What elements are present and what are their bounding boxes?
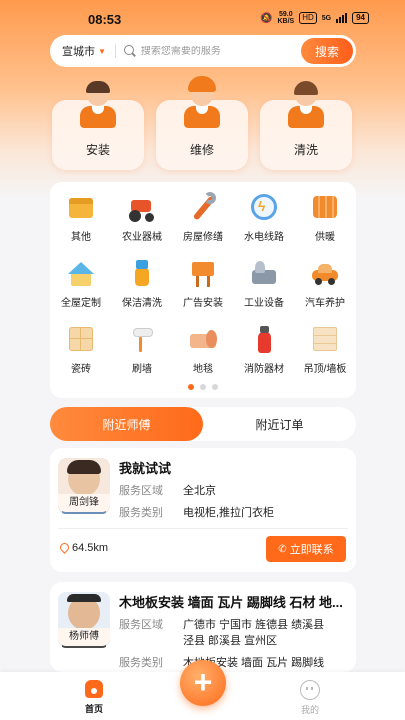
category-item-electric[interactable]: ϟ 水电线路 bbox=[233, 188, 295, 248]
machine-icon bbox=[249, 258, 279, 288]
page-dot-1[interactable] bbox=[188, 384, 194, 390]
divider bbox=[114, 44, 116, 58]
signal-icon bbox=[336, 13, 348, 23]
service-area-row: 服务区域 全北京 bbox=[119, 485, 216, 497]
category-item-paint-wall[interactable]: 刷墙 bbox=[111, 320, 173, 380]
category-item-fire[interactable]: 消防器材 bbox=[233, 320, 295, 380]
location-pin-icon bbox=[60, 543, 69, 554]
category-item-car-care[interactable]: 汽车养护 bbox=[294, 254, 356, 314]
status-icons: 🔕 59.0 KB/S HD 5G 94 bbox=[260, 11, 369, 25]
battery-icon: 94 bbox=[352, 12, 369, 24]
category-item-ad-install[interactable]: 广告安装 bbox=[172, 254, 234, 314]
city-selector[interactable]: 宣城市 ▼ bbox=[62, 43, 106, 59]
spray-bottle-icon bbox=[127, 258, 157, 288]
search-icon bbox=[123, 45, 136, 57]
category-item-other[interactable]: 其他 bbox=[50, 188, 112, 248]
mute-icon: 🔕 bbox=[260, 12, 273, 24]
billboard-icon bbox=[188, 258, 218, 288]
fire-extinguisher-icon bbox=[249, 324, 279, 354]
cleaning-worker-icon bbox=[282, 76, 330, 132]
master-name: 周剑锋 bbox=[58, 494, 110, 512]
status-bar: 08:53 🔕 59.0 KB/S HD 5G 94 bbox=[0, 0, 405, 34]
category-item-agri[interactable]: 农业器械 bbox=[111, 188, 173, 248]
distance: 64.5km bbox=[60, 542, 108, 554]
category-item-carpet[interactable]: 地毯 bbox=[172, 320, 234, 380]
phone-icon: ✆ bbox=[278, 543, 287, 555]
network-speed: 59.0 KB/S bbox=[277, 11, 295, 25]
chevron-down-icon: ▼ bbox=[98, 46, 106, 56]
ceiling-panel-icon bbox=[310, 324, 340, 354]
house-icon bbox=[66, 258, 96, 288]
nav-mine[interactable]: 我的 bbox=[290, 680, 330, 716]
publish-plus-button[interactable]: + bbox=[180, 660, 226, 706]
tab-nearby-orders[interactable]: 附近订单 bbox=[203, 407, 356, 441]
tile-icon bbox=[66, 324, 96, 354]
car-icon bbox=[310, 258, 340, 288]
category-item-ceiling[interactable]: 吊顶/墙板 bbox=[294, 320, 356, 380]
master-card[interactable]: 周剑锋 我就试试 服务区域 全北京 服务类别 电视柜,推拉门衣柜 64.5km ✆ … bbox=[50, 448, 356, 572]
page-indicator bbox=[50, 384, 356, 390]
service-card-install[interactable]: 安装 bbox=[52, 81, 144, 170]
contact-now-button[interactable]: ✆ 立即联系 bbox=[266, 536, 346, 562]
search-input[interactable] bbox=[140, 45, 291, 57]
service-label: 维修 bbox=[189, 143, 214, 157]
nav-home[interactable]: 首页 bbox=[74, 680, 114, 715]
search-button[interactable]: 搜索 bbox=[301, 38, 353, 64]
category-item-tile[interactable]: 瓷砖 bbox=[50, 320, 112, 380]
list-tabs: 附近师傅 附近订单 bbox=[50, 407, 356, 441]
service-area-row-continued: 泾县 郎溪县 宣州区 bbox=[183, 635, 278, 647]
search-bar: 宣城市 ▼ 搜索 bbox=[50, 35, 356, 67]
paint-roller-icon bbox=[127, 324, 157, 354]
city-name: 宣城市 bbox=[62, 46, 95, 58]
wrench-icon bbox=[188, 192, 218, 222]
category-item-house-repair[interactable]: 房屋修缮 bbox=[172, 188, 234, 248]
repair-worker-icon bbox=[178, 76, 226, 132]
master-title: 木地板安装 墙面 瓦片 踢脚线 石材 地... bbox=[119, 595, 343, 610]
home-icon bbox=[85, 680, 103, 698]
master-card[interactable]: 杨师傅 木地板安装 墙面 瓦片 踢脚线 石材 地... 服务区域 广德市 宁国市 … bbox=[50, 582, 356, 672]
master-title: 我就试试 bbox=[119, 461, 172, 476]
box-icon bbox=[66, 192, 96, 222]
hd-badge: HD bbox=[299, 12, 317, 24]
status-time: 08:53 bbox=[88, 12, 122, 27]
tractor-icon bbox=[127, 192, 157, 222]
page-dot-2[interactable] bbox=[200, 384, 206, 390]
category-item-heating[interactable]: 供暖 bbox=[294, 188, 356, 248]
category-item-custom-home[interactable]: 全屋定制 bbox=[50, 254, 112, 314]
service-label: 安装 bbox=[85, 143, 110, 157]
service-card-clean[interactable]: 清洗 bbox=[260, 81, 352, 170]
divider bbox=[58, 528, 348, 529]
tab-nearby-masters[interactable]: 附近师傅 bbox=[50, 407, 203, 441]
service-label: 清洗 bbox=[293, 143, 318, 157]
category-item-cleaning[interactable]: 保洁清洗 bbox=[111, 254, 173, 314]
smiley-icon bbox=[300, 680, 320, 700]
service-type-row: 服务类别 木地板安装 墙面 瓦片 踢脚线 bbox=[119, 657, 325, 669]
category-item-industrial[interactable]: 工业设备 bbox=[233, 254, 295, 314]
service-area-row: 服务区域 广德市 宁国市 旌德县 绩溪县 bbox=[119, 619, 325, 631]
page-dot-3[interactable] bbox=[212, 384, 218, 390]
lightning-icon: ϟ bbox=[249, 192, 279, 222]
category-grid: 其他 农业器械 房屋修缮 ϟ 水电线路 供暖 全屋定制 保洁清洗 广告安装 工业… bbox=[50, 182, 356, 398]
radiator-icon bbox=[310, 192, 340, 222]
installer-worker-icon bbox=[74, 76, 122, 132]
network-type: 5G bbox=[321, 14, 332, 22]
service-card-repair[interactable]: 维修 bbox=[156, 76, 248, 170]
master-name: 杨师傅 bbox=[58, 628, 110, 646]
service-type-row: 服务类别 电视柜,推拉门衣柜 bbox=[119, 507, 275, 519]
carpet-icon bbox=[188, 324, 218, 354]
